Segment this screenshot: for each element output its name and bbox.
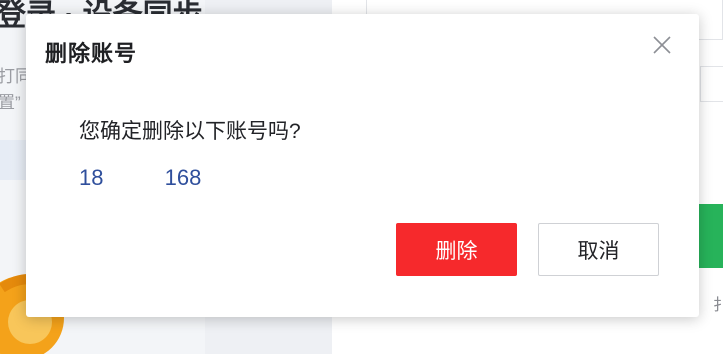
- delete-button[interactable]: 删除: [396, 223, 517, 276]
- account-number: 18 168: [79, 165, 202, 190]
- dialog-title: 删除账号: [45, 41, 138, 66]
- cancel-button[interactable]: 取消: [538, 223, 659, 276]
- background-input: [700, 66, 723, 102]
- background-login-button: [699, 204, 723, 268]
- dialog-message: 您确定删除以下账号吗?: [79, 120, 301, 143]
- background-side-text: 扌: [713, 297, 723, 314]
- background-text-line: 置”: [0, 93, 21, 112]
- close-icon[interactable]: [651, 34, 673, 56]
- delete-account-dialog: 删除账号 您确定删除以下账号吗? 18 168 删除 取消: [26, 14, 699, 317]
